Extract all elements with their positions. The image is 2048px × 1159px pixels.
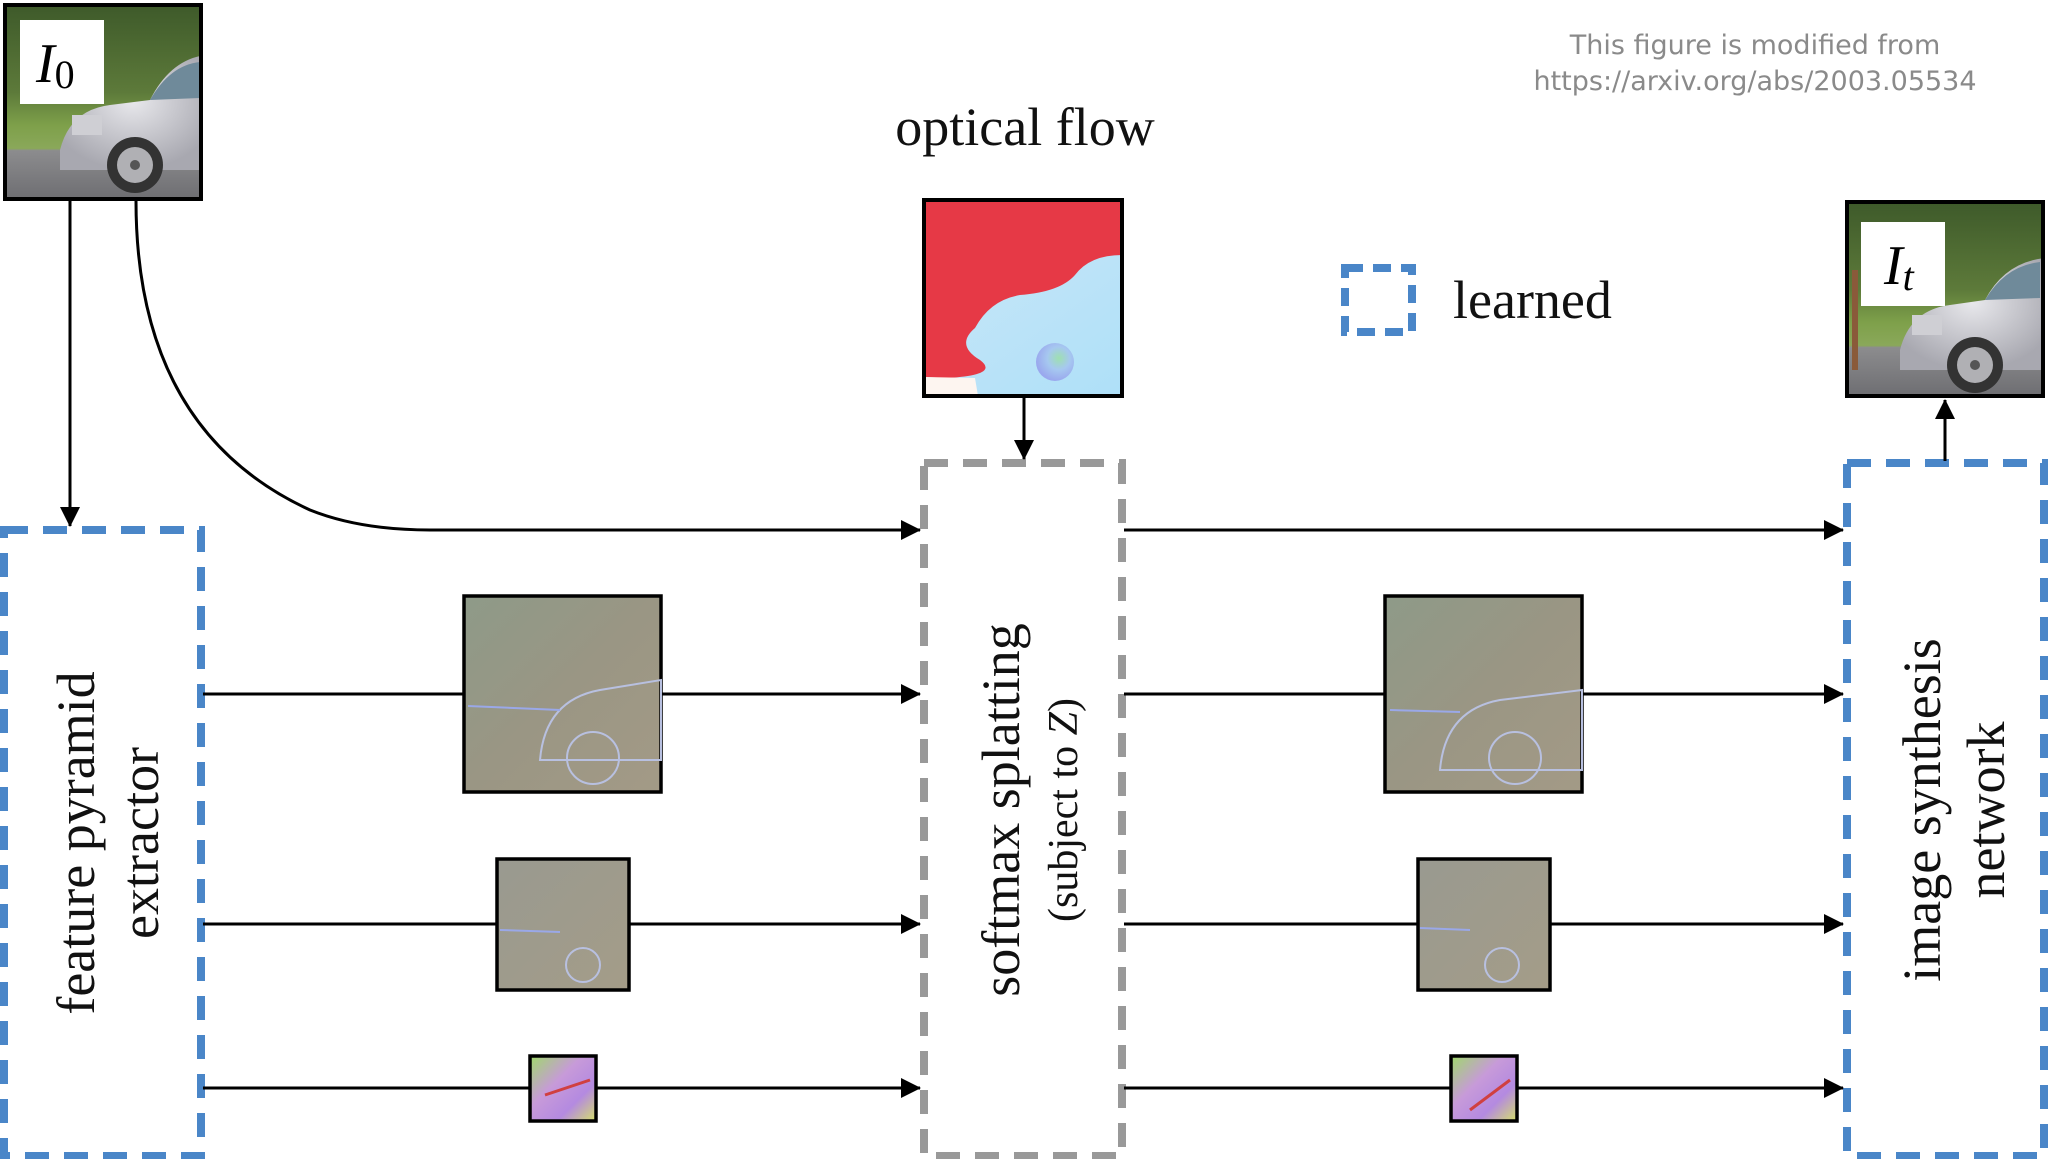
legend-label-learned: learned: [1453, 270, 1612, 330]
input-frame-i0: I0: [3, 3, 203, 201]
feature-map-level3-warped: [1449, 1054, 1519, 1123]
feature-extractor-label-line2: extractor: [110, 747, 170, 939]
credit-note: This figure is modified from https://arx…: [1533, 30, 1976, 97]
softmax-splatting-label-line2: (subject to Z): [1041, 698, 1087, 922]
arrow-i0-to-splatting: [134, 200, 921, 540]
architecture-diagram: This figure is modified from https://arx…: [0, 3, 2048, 1159]
feature-extractor-label-line1: feature pyramid: [46, 671, 106, 1014]
legend: learned: [1341, 264, 1612, 336]
softmax-splatting-label-line1: softmax splatting: [971, 623, 1031, 996]
optical-flow-title: optical flow: [895, 97, 1154, 157]
feature-map-level1-warped: [1383, 594, 1584, 794]
feature-map-level3-input: [528, 1054, 598, 1123]
credit-line-1: This figure is modified from: [1569, 30, 1941, 61]
learned-legend-swatch: [1341, 264, 1416, 336]
output-frame-it: It: [1845, 200, 2045, 398]
feature-map-level2-input: [495, 857, 631, 992]
feature-pyramid-extractor-block: feature pyramid extractor: [0, 526, 205, 1159]
feature-map-level2-warped: [1416, 857, 1552, 992]
image-synthesis-network-block: image synthesis network: [1843, 459, 2048, 1159]
softmax-splatting-block: softmax splatting (subject to Z): [920, 459, 1126, 1159]
optical-flow-image: [922, 198, 1124, 398]
credit-line-2: https://arxiv.org/abs/2003.05534: [1533, 66, 1976, 97]
feature-map-level1-input: [462, 594, 663, 794]
synthesis-label-line2: network: [1956, 722, 2016, 899]
synthesis-label-line1: image synthesis: [1892, 638, 1952, 981]
